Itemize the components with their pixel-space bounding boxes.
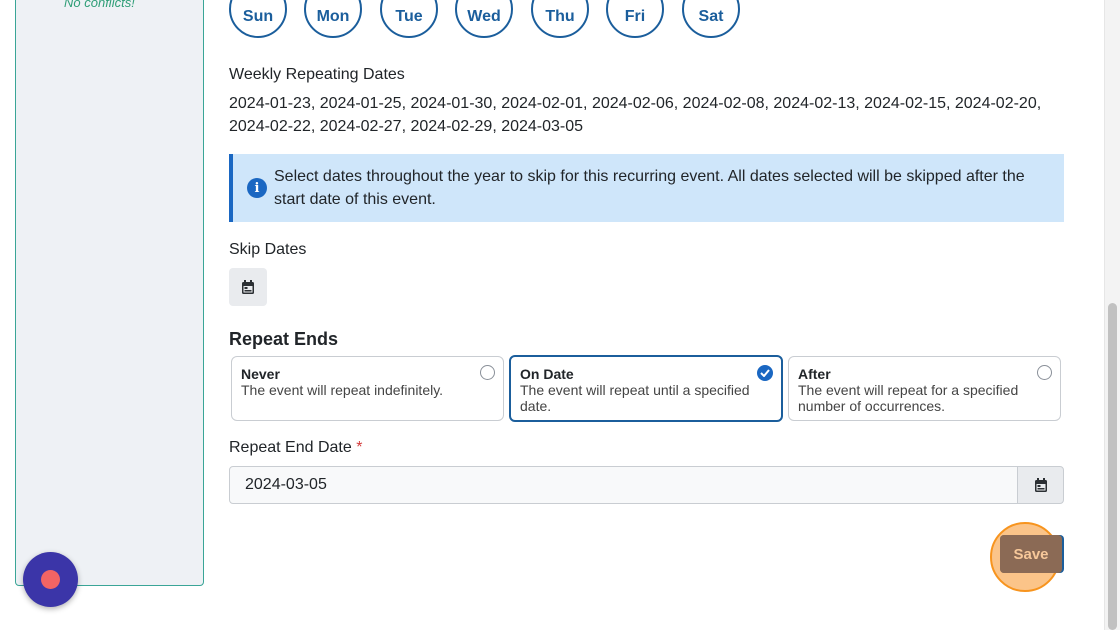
weekly-dates-label: Weekly Repeating Dates <box>229 66 405 83</box>
option-title: After <box>798 366 831 382</box>
sidebar-panel <box>15 0 204 586</box>
option-description: The event will repeat indefinitely. <box>241 382 444 398</box>
calendar-icon <box>1034 477 1047 492</box>
calendar-icon <box>242 279 254 294</box>
radio-checked[interactable] <box>757 365 773 381</box>
conflict-status-text: No conflicts! <box>64 0 135 10</box>
day-button-mon[interactable]: Mon <box>304 0 362 38</box>
skip-dates-calendar-button[interactable] <box>229 268 267 306</box>
repeat-ends-option-on-date[interactable]: On Date The event will repeat until a sp… <box>509 355 783 422</box>
repeat-ends-title: Repeat Ends <box>229 329 339 349</box>
repeat-end-date-calendar-button[interactable] <box>1017 466 1064 504</box>
skip-dates-label: Skip Dates <box>229 241 307 258</box>
option-description: The event will repeat until a specified … <box>520 382 750 414</box>
info-icon: i <box>247 178 267 198</box>
day-button-thu[interactable]: Thu <box>531 0 589 38</box>
repeat-ends-option-never[interactable]: Never The event will repeat indefinitely… <box>231 356 504 421</box>
scrollbar-thumb[interactable] <box>1108 303 1117 630</box>
repeat-end-date-label: Repeat End Date * <box>229 439 362 457</box>
weekly-dates-list: 2024-01-23, 2024-01-25, 2024-01-30, 2024… <box>229 95 1042 135</box>
check-icon <box>760 369 770 377</box>
option-title: On Date <box>520 366 574 382</box>
day-button-sun[interactable]: Sun <box>229 0 287 38</box>
day-button-sat[interactable]: Sat <box>682 0 740 38</box>
info-alert-text: Select dates throughout the year to skip… <box>274 168 1025 208</box>
option-description: The event will repeat for a specified nu… <box>798 382 1019 414</box>
day-button-tue[interactable]: Tue <box>380 0 438 38</box>
info-alert: i Select dates throughout the year to sk… <box>229 154 1064 222</box>
day-button-fri[interactable]: Fri <box>606 0 664 38</box>
record-dot-icon <box>41 570 60 589</box>
option-title: Never <box>241 366 280 382</box>
day-button-wed[interactable]: Wed <box>455 0 513 38</box>
repeat-ends-option-after[interactable]: After The event will repeat for a specif… <box>788 356 1061 421</box>
required-mark: * <box>356 439 363 456</box>
radio-unchecked[interactable] <box>480 365 495 380</box>
radio-unchecked[interactable] <box>1037 365 1052 380</box>
repeat-end-date-label-text: Repeat End Date <box>229 439 352 456</box>
save-button[interactable]: Save <box>1000 535 1062 573</box>
repeat-end-date-input[interactable] <box>229 466 1018 504</box>
chat-launcher-button[interactable] <box>23 552 78 607</box>
